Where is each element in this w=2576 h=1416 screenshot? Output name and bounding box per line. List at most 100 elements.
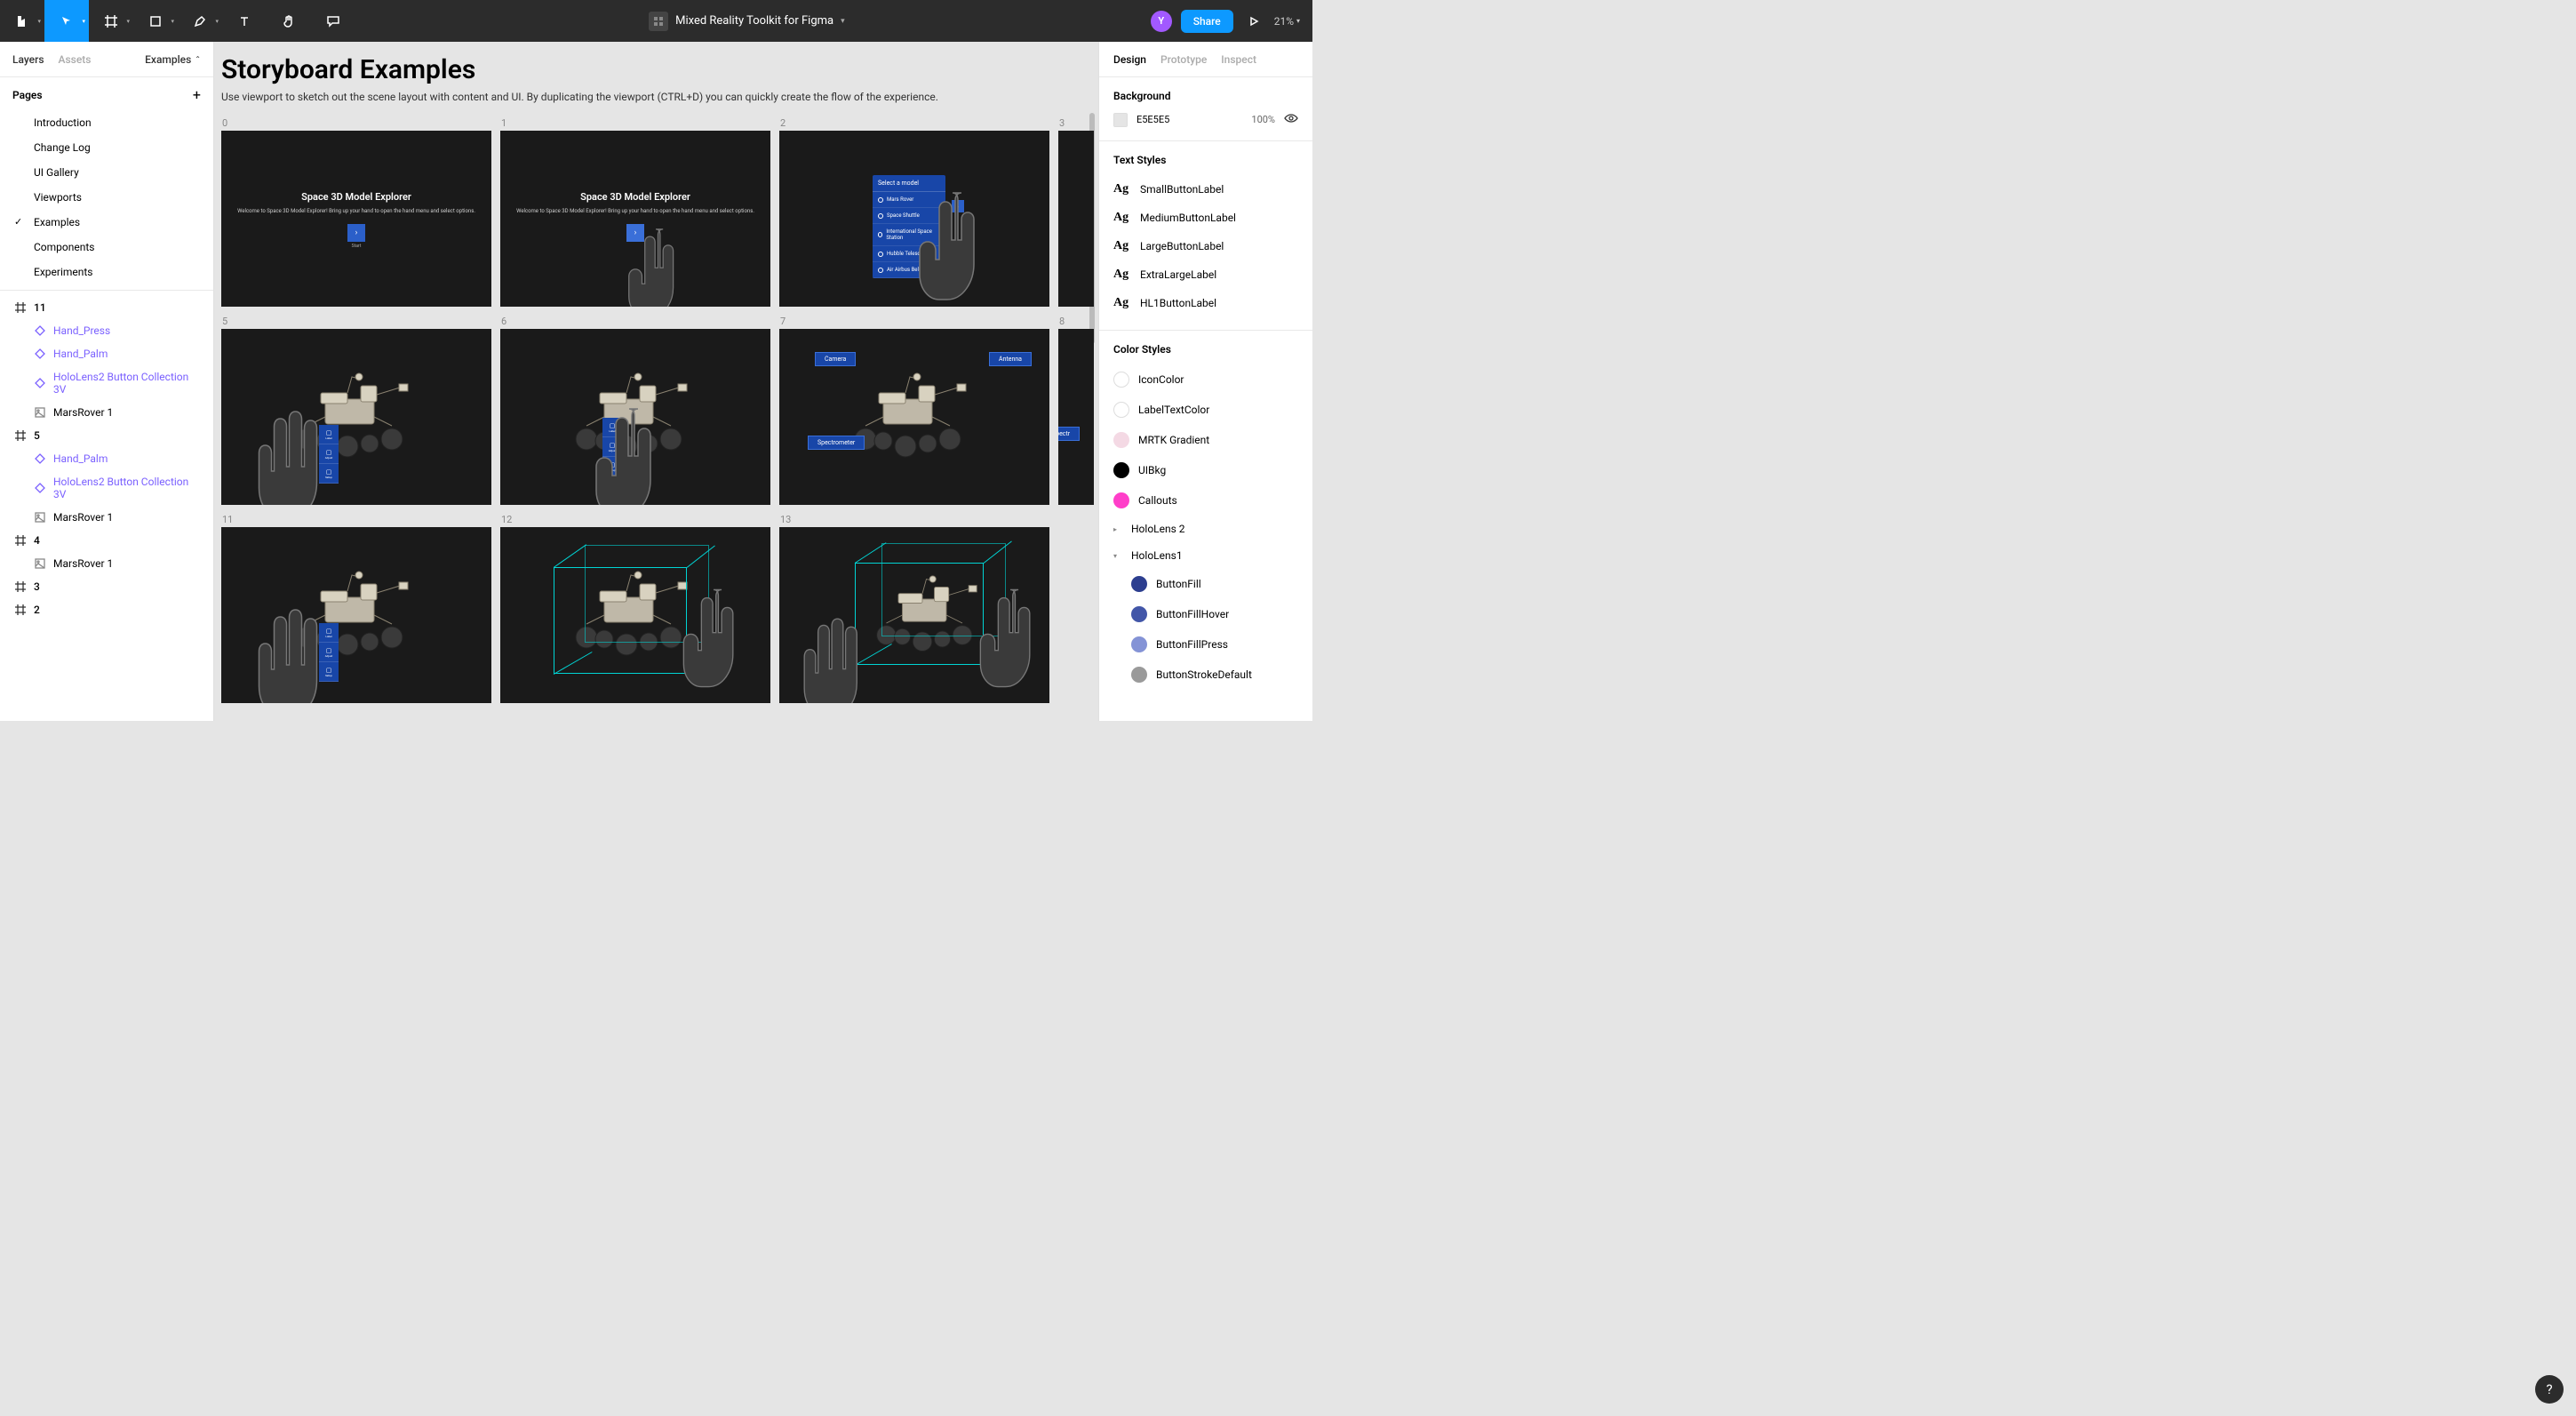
page-item[interactable]: UI Gallery [0, 160, 213, 185]
chevron-down-icon: ▾ [215, 18, 219, 25]
component-icon [34, 348, 46, 360]
layer-frame[interactable]: 3 [0, 575, 213, 598]
shape-tool-button[interactable]: ▾ [133, 0, 178, 42]
design-tab[interactable]: Design [1113, 53, 1146, 66]
frame-label: 12 [500, 514, 770, 525]
frame-body[interactable]: ▢Label▢Adjust▢Setup [221, 527, 491, 703]
frame-label: 6 [500, 316, 770, 327]
canvas-frame[interactable]: 2 Select a modelMars RoverSpace ShuttleIn… [779, 117, 1049, 307]
text-style-item[interactable]: AgLargeButtonLabel [1113, 232, 1298, 260]
canvas-frame[interactable]: 0Space 3D Model ExplorerWelcome to Space… [221, 117, 491, 307]
frame-icon [14, 534, 27, 547]
move-tool-button[interactable]: ▾ [44, 0, 89, 42]
left-panel-tabs: Layers Assets Examples ⌃ [0, 42, 213, 77]
frame-label: 11 [221, 514, 491, 525]
frame-tool-button[interactable]: ▾ [89, 0, 133, 42]
prototype-tab[interactable]: Prototype [1160, 53, 1207, 66]
chevron-down-icon: ▾ [841, 17, 845, 26]
file-title-area[interactable]: Mixed Reality Toolkit for Figma ▾ [355, 12, 1138, 31]
frame-body[interactable]: Space 3D Model ExplorerWelcome to Space … [500, 131, 770, 307]
frame-body[interactable] [500, 527, 770, 703]
assets-tab[interactable]: Assets [59, 53, 92, 66]
background-hex[interactable]: E5E5E5 [1136, 114, 1242, 125]
color-style-item[interactable]: ButtonFillPress [1113, 629, 1298, 660]
layer-item[interactable]: Hand_Palm [0, 447, 213, 470]
pen-tool-button[interactable]: ▾ [178, 0, 222, 42]
canvas-frame[interactable]: 13 [779, 514, 1049, 703]
color-style-item[interactable]: UIBkg [1113, 455, 1298, 485]
text-style-item[interactable]: AgExtraLargeLabel [1113, 260, 1298, 289]
hand-tool-button[interactable] [267, 0, 311, 42]
page-selector-dropdown[interactable]: Examples ⌃ [145, 53, 201, 66]
canvas-frame[interactable]: 6 ▢Label▢Adjust▢Setup [500, 316, 770, 505]
page-item[interactable]: Change Log [0, 135, 213, 160]
frame-body[interactable]: Select a modelMars RoverSpace ShuttleInt… [779, 131, 1049, 307]
frame-label: 2 [779, 117, 1049, 129]
user-avatar[interactable]: Y [1151, 11, 1172, 32]
frame-body[interactable]: ▢Label▢Adjust▢Setup [221, 329, 491, 505]
layer-frame[interactable]: 4 [0, 529, 213, 552]
frame-body[interactable]: CameraAntennaSpectrometer [779, 329, 1049, 505]
canvas-frame[interactable]: 7CameraAntennaSpectrometer [779, 316, 1049, 505]
color-style-item[interactable]: Callouts [1113, 485, 1298, 516]
color-style-item[interactable]: ButtonFill [1113, 569, 1298, 599]
layers-tab[interactable]: Layers [12, 53, 44, 66]
frame-body[interactable]: Spectr [1058, 329, 1094, 505]
chevron-down-icon: ▾ [126, 18, 130, 25]
background-color-row[interactable]: E5E5E5 100% [1113, 111, 1298, 128]
background-opacity[interactable]: 100% [1251, 114, 1275, 125]
layer-item[interactable]: MarsRover 1 [0, 552, 213, 575]
canvas-frame[interactable]: 11 ▢Label▢Adjust▢Setup [221, 514, 491, 703]
add-page-button[interactable]: + [193, 86, 201, 103]
layer-item[interactable]: Hand_Palm [0, 342, 213, 365]
canvas-frame[interactable]: 12 [500, 514, 770, 703]
layer-item[interactable]: HoloLens2 Button Collection 3V [0, 470, 213, 506]
comment-tool-button[interactable] [311, 0, 355, 42]
background-swatch[interactable] [1113, 113, 1128, 127]
layer-item[interactable]: HoloLens2 Button Collection 3V [0, 365, 213, 401]
color-style-group[interactable]: ▸HoloLens 2 [1113, 516, 1298, 542]
visibility-toggle-icon[interactable] [1284, 111, 1298, 128]
text-style-item[interactable]: AgHL1ButtonLabel [1113, 289, 1298, 317]
layer-frame[interactable]: 2 [0, 598, 213, 621]
color-style-item[interactable]: MRTK Gradient [1113, 425, 1298, 455]
frame-body[interactable]: Space 3D Model ExplorerWelcome to Space … [221, 131, 491, 307]
text-style-item[interactable]: AgSmallButtonLabel [1113, 175, 1298, 204]
canvas-frame[interactable]: 3 [1058, 117, 1094, 307]
component-icon [34, 377, 46, 389]
share-button[interactable]: Share [1181, 10, 1233, 33]
page-item[interactable]: Examples [0, 210, 213, 235]
color-swatch-icon [1113, 402, 1129, 418]
zoom-dropdown[interactable]: 21% ▾ [1274, 15, 1300, 28]
present-button[interactable] [1242, 15, 1265, 28]
text-tool-button[interactable] [222, 0, 267, 42]
layer-item[interactable]: Hand_Press [0, 319, 213, 342]
layer-item[interactable]: MarsRover 1 [0, 506, 213, 529]
pages-header: Pages + [0, 77, 213, 110]
canvas[interactable]: Storyboard Examples Use viewport to sket… [214, 42, 1098, 721]
page-item[interactable]: Components [0, 235, 213, 260]
canvas-frame[interactable]: 1Space 3D Model ExplorerWelcome to Space… [500, 117, 770, 307]
frame-body[interactable] [779, 527, 1049, 703]
layer-item[interactable]: MarsRover 1 [0, 401, 213, 424]
help-button[interactable]: ? [2535, 1375, 2564, 1404]
color-style-item[interactable]: LabelTextColor [1113, 395, 1298, 425]
page-item[interactable]: Introduction [0, 110, 213, 135]
canvas-frame[interactable]: 8Spectr [1058, 316, 1094, 505]
color-style-item[interactable]: ButtonFillHover [1113, 599, 1298, 629]
frame-body[interactable] [1058, 131, 1094, 307]
page-item[interactable]: Viewports [0, 185, 213, 210]
color-style-group[interactable]: ▾HoloLens1 [1113, 542, 1298, 569]
text-style-item[interactable]: AgMediumButtonLabel [1113, 204, 1298, 232]
frame-body[interactable]: ▢Label▢Adjust▢Setup [500, 329, 770, 505]
layer-frame[interactable]: 5 [0, 424, 213, 447]
layer-frame[interactable]: 11 [0, 296, 213, 319]
color-style-item[interactable]: ButtonStrokeDefault [1113, 660, 1298, 690]
frame-icon [14, 301, 27, 314]
page-item[interactable]: Experiments [0, 260, 213, 284]
inspect-tab[interactable]: Inspect [1221, 53, 1256, 66]
canvas-frame[interactable]: 5▢Label▢Adjust▢Setup [221, 316, 491, 505]
text-style-icon: Ag [1113, 211, 1131, 225]
color-style-item[interactable]: IconColor [1113, 364, 1298, 395]
main-menu-button[interactable]: ▾ [0, 0, 44, 42]
